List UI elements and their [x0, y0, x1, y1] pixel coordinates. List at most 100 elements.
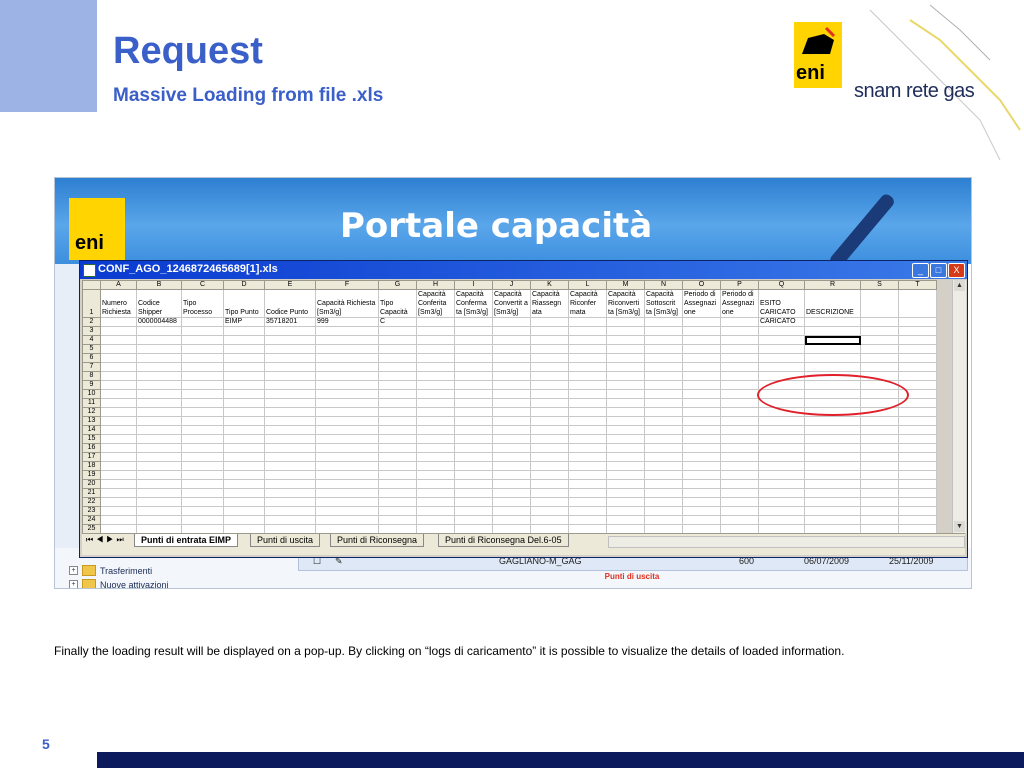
cell[interactable]	[264, 371, 316, 381]
cell[interactable]	[378, 344, 417, 354]
cell[interactable]	[136, 506, 182, 516]
cell[interactable]	[644, 371, 683, 381]
cell[interactable]	[136, 443, 182, 453]
cell[interactable]	[454, 317, 493, 327]
cell[interactable]	[860, 470, 899, 480]
cell[interactable]	[758, 425, 805, 435]
cell[interactable]	[181, 425, 224, 435]
cell[interactable]: Capacità Riassegn ata	[530, 289, 569, 318]
cell[interactable]	[720, 380, 759, 390]
column-header[interactable]: N	[644, 280, 683, 290]
cell[interactable]	[682, 515, 721, 525]
cell[interactable]	[416, 407, 455, 417]
cell[interactable]	[530, 515, 569, 525]
cell[interactable]: Periodo di Assegnazi one	[682, 289, 721, 318]
cell[interactable]	[416, 434, 455, 444]
cell[interactable]	[378, 335, 417, 345]
cell[interactable]	[804, 434, 861, 444]
cell[interactable]	[181, 479, 224, 489]
cell[interactable]	[136, 353, 182, 363]
column-header[interactable]: C	[181, 280, 224, 290]
cell[interactable]	[454, 371, 493, 381]
cell[interactable]	[758, 362, 805, 372]
row-header[interactable]: 14	[82, 425, 101, 435]
cell[interactable]	[682, 407, 721, 417]
cell[interactable]	[100, 326, 137, 336]
cell[interactable]	[606, 380, 645, 390]
cell[interactable]	[378, 362, 417, 372]
cell[interactable]	[315, 416, 379, 426]
cell[interactable]	[682, 488, 721, 498]
cell[interactable]	[860, 317, 899, 327]
cell[interactable]	[606, 506, 645, 516]
cell[interactable]	[492, 335, 531, 345]
cell[interactable]	[568, 515, 607, 525]
cell[interactable]	[898, 317, 937, 327]
cell[interactable]	[682, 461, 721, 471]
cell[interactable]	[530, 452, 569, 462]
cell[interactable]	[315, 434, 379, 444]
cell[interactable]	[898, 506, 937, 516]
cell[interactable]	[720, 443, 759, 453]
cell[interactable]	[315, 344, 379, 354]
cell[interactable]	[804, 335, 861, 345]
cell[interactable]	[223, 470, 265, 480]
cell[interactable]	[606, 389, 645, 399]
cell[interactable]	[898, 479, 937, 489]
cell[interactable]	[454, 443, 493, 453]
cell[interactable]	[264, 434, 316, 444]
cell[interactable]: Capacità Riconverti ta [Sm3/g]	[606, 289, 645, 318]
cell[interactable]	[606, 497, 645, 507]
cell[interactable]	[264, 497, 316, 507]
cell[interactable]	[416, 506, 455, 516]
cell[interactable]: 35718201	[264, 317, 316, 327]
row-header[interactable]: 17	[82, 452, 101, 462]
cell[interactable]	[758, 443, 805, 453]
cell[interactable]	[758, 515, 805, 525]
cell[interactable]: ESITO CARICATO	[758, 289, 805, 318]
cell[interactable]	[758, 452, 805, 462]
cell[interactable]	[606, 362, 645, 372]
cell[interactable]	[898, 497, 937, 507]
row-header[interactable]: 10	[82, 389, 101, 399]
cell[interactable]	[568, 443, 607, 453]
cell[interactable]	[181, 380, 224, 390]
cell[interactable]	[378, 326, 417, 336]
cell[interactable]	[100, 461, 137, 471]
cell[interactable]	[378, 353, 417, 363]
cell[interactable]	[223, 407, 265, 417]
cell[interactable]	[454, 326, 493, 336]
cell[interactable]	[720, 353, 759, 363]
cell[interactable]	[416, 479, 455, 489]
cell[interactable]	[644, 407, 683, 417]
tree-item-nuove-attivazioni[interactable]: + Nuove attivazioni	[69, 579, 169, 588]
cell[interactable]	[682, 335, 721, 345]
cell[interactable]	[416, 488, 455, 498]
cell[interactable]	[492, 317, 531, 327]
cell[interactable]	[860, 515, 899, 525]
column-header[interactable]: J	[492, 280, 531, 290]
cell[interactable]	[568, 497, 607, 507]
cell[interactable]: Capacità Richiesta [Sm3/g]	[315, 289, 379, 318]
cell[interactable]	[181, 452, 224, 462]
cell[interactable]	[454, 425, 493, 435]
cell[interactable]	[416, 389, 455, 399]
cell[interactable]	[860, 416, 899, 426]
cell[interactable]	[898, 443, 937, 453]
cell[interactable]	[530, 326, 569, 336]
cell[interactable]	[530, 425, 569, 435]
cell[interactable]: 0000004488	[136, 317, 182, 327]
cell[interactable]	[378, 434, 417, 444]
cell[interactable]	[378, 488, 417, 498]
cell[interactable]	[682, 344, 721, 354]
cell[interactable]	[682, 443, 721, 453]
cell[interactable]	[644, 335, 683, 345]
cell[interactable]	[720, 317, 759, 327]
cell[interactable]	[315, 407, 379, 417]
row-header[interactable]: 4	[82, 335, 101, 345]
cell[interactable]	[378, 407, 417, 417]
scroll-up-arrow-icon[interactable]: ▲	[954, 280, 965, 291]
cell[interactable]	[720, 506, 759, 516]
cell[interactable]	[181, 326, 224, 336]
cell[interactable]	[898, 416, 937, 426]
